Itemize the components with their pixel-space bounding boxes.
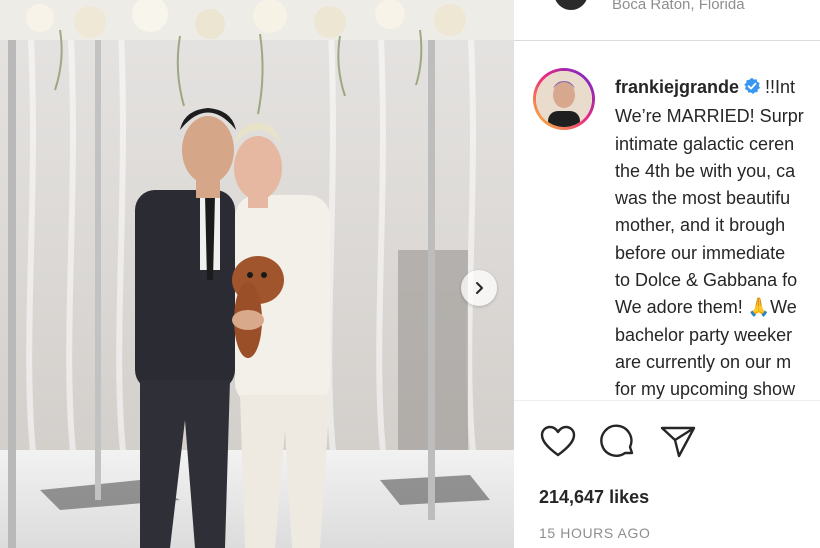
caption-line-0: frankiejgrande !!Int (615, 74, 820, 103)
post-header: Boca Raton, Florida (514, 0, 820, 41)
caption-line-1: We’re MARRIED! Surpr (615, 106, 804, 127)
caption-line-2: intimate galactic ceren (615, 133, 795, 154)
chevron-right-icon (476, 282, 483, 294)
like-button[interactable] (539, 423, 577, 461)
verified-badge-icon (743, 76, 761, 103)
caption: frankiejgrande !!Int We’re MARRIED! Surpr… (615, 74, 820, 404)
caption-line-7: to Dolce & Gabbana fo (615, 270, 798, 291)
caption-line-6: before our immediate (615, 242, 786, 263)
caption-avatar[interactable] (533, 68, 595, 130)
caption-text-0: !!Int (765, 77, 796, 97)
caption-line-5: mother, and it brough (615, 215, 786, 236)
comment-icon (600, 424, 634, 457)
likes-count[interactable]: 214,647 likes (539, 487, 649, 508)
caption-line-4: was the most beautifu (615, 188, 791, 209)
caption-line-8: We adore them! 🙏We (615, 297, 797, 318)
avatar-photo (536, 71, 592, 127)
caption-line-9: bachelor party weeker (615, 324, 793, 345)
share-icon (660, 426, 696, 458)
comment-button[interactable] (599, 423, 637, 461)
caption-line-10: are currently on our m (615, 351, 792, 372)
heart-icon (540, 425, 576, 457)
location-link[interactable]: Boca Raton, Florida (612, 0, 745, 13)
wedding-photo (0, 0, 514, 548)
header-avatar[interactable] (554, 0, 588, 10)
caption-line-3: the 4th be with you, ca (615, 160, 796, 181)
post-timestamp[interactable]: 15 HOURS AGO (539, 525, 650, 541)
post-side-panel: Boca Raton, Florida frankiejgrande !!Int … (514, 0, 820, 548)
next-photo-button[interactable] (461, 270, 497, 306)
share-button[interactable] (659, 423, 697, 461)
caption-username[interactable]: frankiejgrande (615, 77, 739, 97)
post-actions: 214,647 likes 15 HOURS AGO (514, 400, 820, 548)
post-photo[interactable] (0, 0, 514, 548)
